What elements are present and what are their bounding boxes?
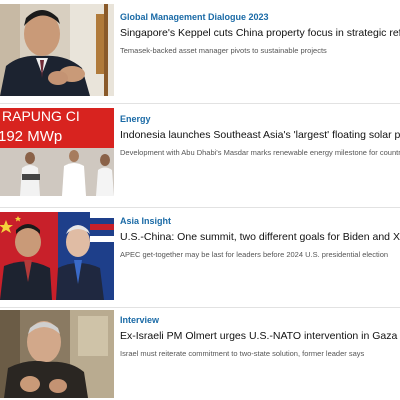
banner-text-line-2: 192 MWp xyxy=(0,128,62,145)
article-item[interactable]: Asia Insight U.S.-China: One summit, two… xyxy=(0,208,400,308)
article-text: Asia Insight U.S.-China: One summit, two… xyxy=(120,216,400,260)
elderly-man-image xyxy=(0,310,114,398)
article-summary: Development with Abu Dhabi's Masdar mark… xyxy=(120,148,400,157)
man-in-suit-image xyxy=(0,4,114,96)
article-item[interactable]: RAPUNG CI 192 MWp Energy Indonesia launc… xyxy=(0,104,400,208)
article-headline-link[interactable]: Ex-Israeli PM Olmert urges U.S.-NATO int… xyxy=(120,330,400,343)
article-thumbnail[interactable] xyxy=(0,212,114,300)
article-item[interactable]: Global Management Dialogue 2023 Singapor… xyxy=(0,0,400,104)
article-thumbnail[interactable]: RAPUNG CI 192 MWp xyxy=(0,108,114,196)
article-feed: Global Management Dialogue 2023 Singapor… xyxy=(0,0,400,400)
article-category-link[interactable]: Energy xyxy=(120,114,400,125)
article-thumbnail[interactable] xyxy=(0,4,114,96)
article-item[interactable]: Interview Ex-Israeli PM Olmert urges U.S… xyxy=(0,308,400,400)
article-text: Energy Indonesia launches Southeast Asia… xyxy=(120,114,400,158)
article-summary: Temasek-backed asset manager pivots to s… xyxy=(120,46,327,55)
article-headline-link[interactable]: U.S.-China: One summit, two different go… xyxy=(120,231,400,244)
article-summary: Israel must reiterate commitment to two-… xyxy=(120,349,365,358)
article-category-link[interactable]: Asia Insight xyxy=(120,216,400,227)
article-thumbnail[interactable] xyxy=(0,310,114,398)
article-text: Interview Ex-Israeli PM Olmert urges U.S… xyxy=(120,315,400,359)
solar-plant-launch-image: RAPUNG CI 192 MWp xyxy=(0,108,114,196)
leaders-with-flags-image xyxy=(0,212,114,300)
article-category-link[interactable]: Global Management Dialogue 2023 xyxy=(120,12,400,23)
article-text: Global Management Dialogue 2023 Singapor… xyxy=(120,12,400,56)
article-headline-link[interactable]: Indonesia launches Southeast Asia's 'lar… xyxy=(120,129,400,142)
article-headline-link[interactable]: Singapore's Keppel cuts China property f… xyxy=(120,27,400,40)
article-category-link[interactable]: Interview xyxy=(120,315,400,326)
banner-text-line-1: RAPUNG CI xyxy=(2,108,80,124)
article-summary: APEC get-together may be last for leader… xyxy=(120,250,389,259)
